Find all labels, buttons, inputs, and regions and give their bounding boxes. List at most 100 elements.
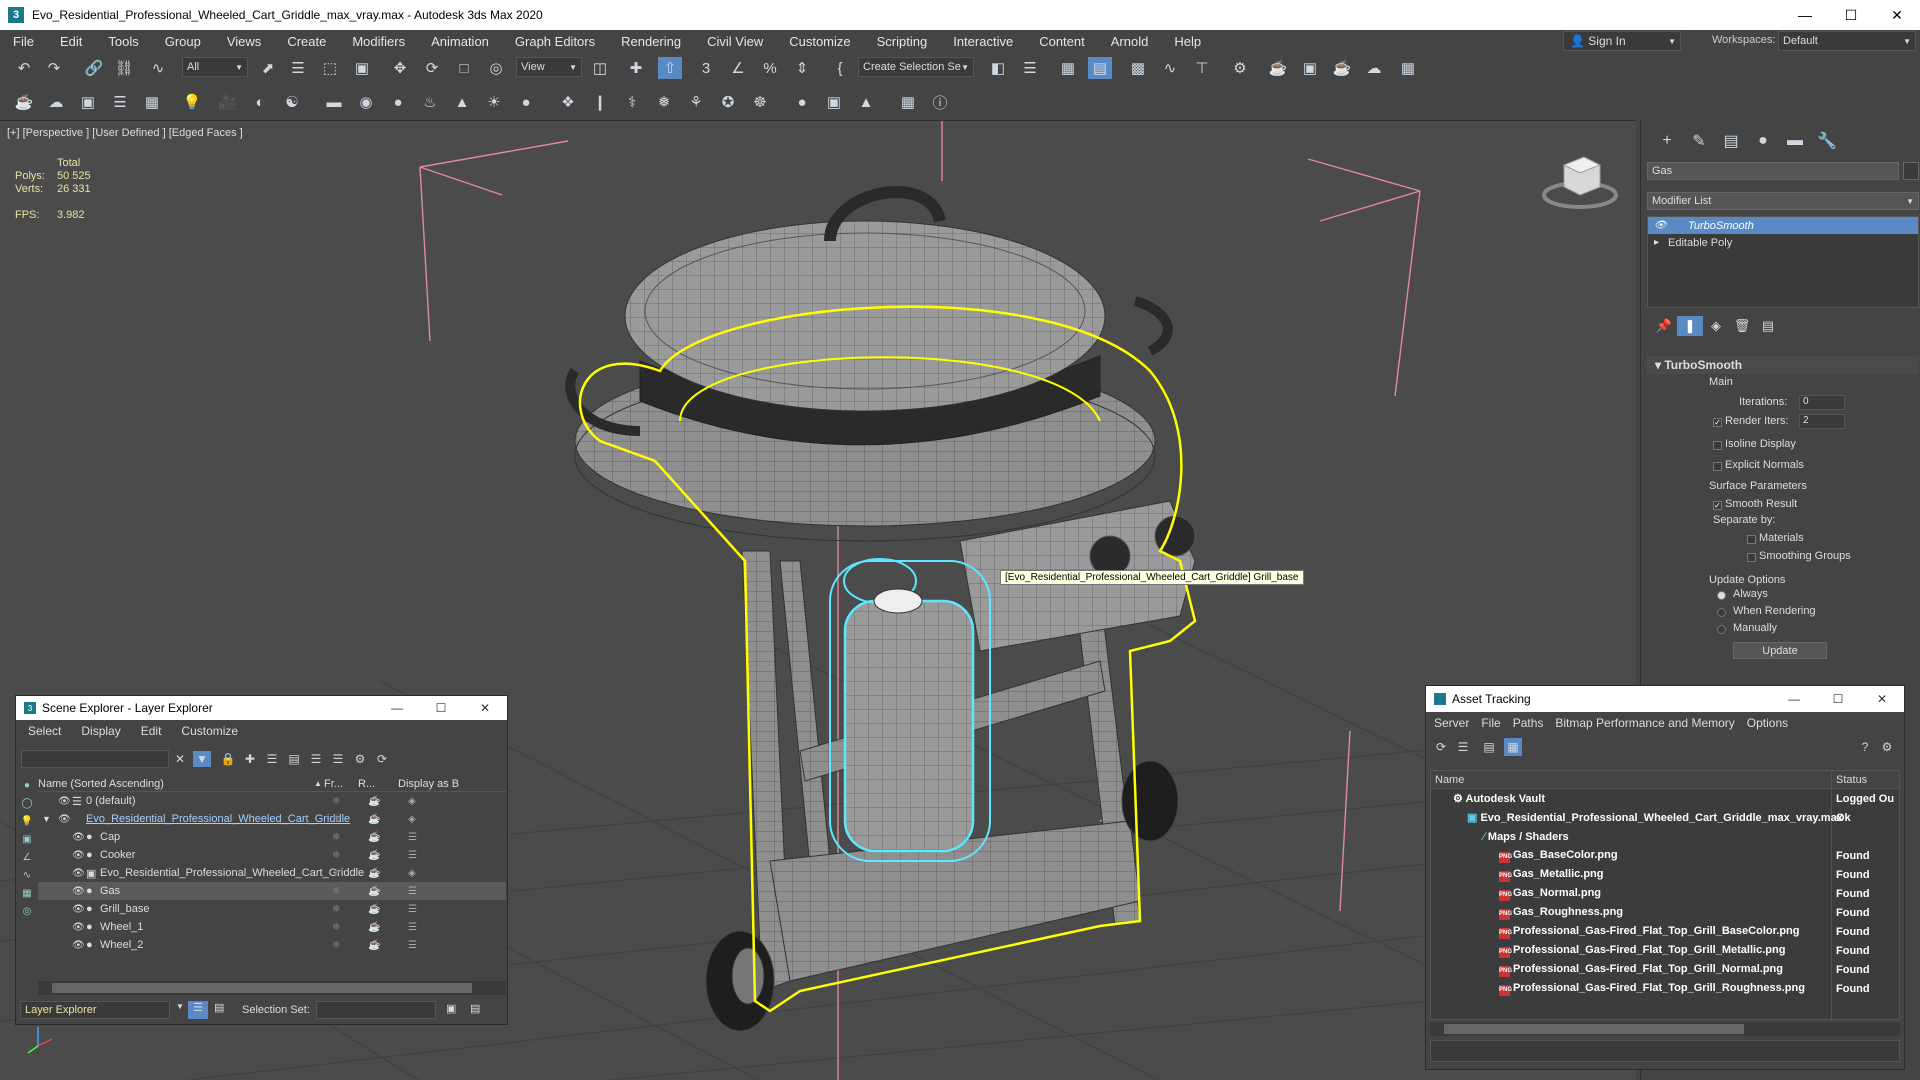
stack-item-editable-poly[interactable]: ▸ Editable Poly <box>1648 234 1918 251</box>
column-name[interactable]: Name <box>1435 774 1464 786</box>
column-render[interactable]: R... <box>358 778 375 790</box>
always-radio[interactable] <box>1717 591 1726 600</box>
toggle-scene-explorer-icon[interactable]: ▦ <box>1056 57 1080 79</box>
menu-help[interactable]: Help <box>1161 34 1214 49</box>
proxy-icon[interactable]: ❖ <box>556 91 580 113</box>
maximize-icon[interactable]: ☐ <box>419 696 463 720</box>
mesh-light-icon[interactable]: ♨ <box>418 91 442 113</box>
edit-named-selection-icon[interactable]: { <box>828 57 852 79</box>
frame-buffer-icon[interactable]: ▣ <box>76 91 100 113</box>
select-by-name-icon[interactable]: ☰ <box>286 57 310 79</box>
display-box-icon[interactable]: ◈ <box>408 796 416 807</box>
snaps-toggle-icon[interactable]: 3 <box>694 57 718 79</box>
undo-icon[interactable]: ↶ <box>12 57 36 79</box>
grid-icon[interactable]: ▦ <box>140 91 164 113</box>
point-light-icon[interactable]: ● <box>514 91 538 113</box>
teapot-icon[interactable]: ☕ <box>368 904 380 915</box>
display-lights-icon[interactable]: 💡 <box>18 812 36 830</box>
link-icon[interactable]: 🔗 <box>82 57 106 79</box>
menu-content[interactable]: Content <box>1026 34 1098 49</box>
chevron-down-icon[interactable]: ▼ <box>176 1002 184 1011</box>
smooth-result-checkbox[interactable]: ✓ <box>1713 501 1722 510</box>
lock-icon[interactable]: 🔒 <box>219 751 237 767</box>
menu-group[interactable]: Group <box>152 34 214 49</box>
menu-views[interactable]: Views <box>214 34 274 49</box>
when-rendering-radio[interactable] <box>1717 608 1726 617</box>
add-selection-set-icon[interactable]: ▤ <box>470 1002 480 1015</box>
display-stack-icon[interactable]: ☰ <box>408 886 417 897</box>
column-status[interactable]: Status <box>1836 774 1867 786</box>
move-icon[interactable]: ✥ <box>388 57 412 79</box>
teapot-icon[interactable]: ☕ <box>12 91 36 113</box>
eye-icon[interactable]: 👁 <box>58 814 71 825</box>
select-object-icon[interactable]: ⬈ <box>256 57 280 79</box>
isoline-checkbox[interactable] <box>1713 441 1722 450</box>
asset-row[interactable]: PNGGas_Metallic.png Found <box>1431 865 1899 884</box>
freeze-icon[interactable]: ❅ <box>332 850 340 861</box>
make-unique-icon[interactable]: ◈ <box>1703 316 1729 336</box>
render-iters-checkbox[interactable]: ✓ <box>1713 418 1722 427</box>
keyboard-shortcut-override-icon[interactable]: ⇧ <box>658 57 682 79</box>
column-display[interactable]: Display as B <box>398 778 459 790</box>
explorer-type-dropdown[interactable]: Layer Explorer <box>20 1001 170 1019</box>
eye-icon[interactable]: 👁 <box>72 886 85 897</box>
freeze-icon[interactable]: ❅ <box>332 868 340 879</box>
menu-interactive[interactable]: Interactive <box>940 34 1026 49</box>
menu-graph-editors[interactable]: Graph Editors <box>502 34 608 49</box>
close-icon[interactable]: ✕ <box>463 696 507 720</box>
environment-icon[interactable]: ● <box>790 91 814 113</box>
menu-select[interactable]: Select <box>28 724 61 738</box>
menu-create[interactable]: Create <box>274 34 339 49</box>
sphere-icon[interactable]: ◐ <box>248 91 272 113</box>
hierarchy-mode-icon[interactable]: ▤ <box>214 1001 224 1014</box>
list-icon[interactable]: ☰ <box>108 91 132 113</box>
pivot-center-icon[interactable]: ◫ <box>588 57 612 79</box>
viewcube-icon[interactable] <box>1540 151 1620 211</box>
spot-light-icon[interactable]: ▲ <box>450 91 474 113</box>
menu-rendering[interactable]: Rendering <box>608 34 694 49</box>
align-icon[interactable]: ☰ <box>1018 57 1042 79</box>
rotate-icon[interactable]: ⟳ <box>420 57 444 79</box>
create-tab-icon[interactable]: + <box>1651 130 1683 152</box>
scrollbar-thumb[interactable] <box>52 983 472 993</box>
sphere-light-icon[interactable]: ● <box>386 91 410 113</box>
schematic-view-icon[interactable]: ⊤ <box>1190 57 1214 79</box>
render-iterative-icon[interactable]: ▦ <box>1396 57 1420 79</box>
hierarchy-icon[interactable]: ☰ <box>329 751 347 767</box>
material-editor-icon[interactable]: ⚙ <box>1228 57 1252 79</box>
menu-customize[interactable]: Customize <box>776 34 863 49</box>
scatter-icon[interactable]: ☸ <box>748 91 772 113</box>
teapot-icon[interactable]: ☕ <box>368 940 380 951</box>
freeze-icon[interactable]: ❅ <box>332 904 340 915</box>
stack-item-turbosmooth[interactable]: 👁 TurboSmooth <box>1648 217 1918 234</box>
sync-icon[interactable]: ⟳ <box>373 751 391 767</box>
layer-row[interactable]: ▼ 👁 Evo_Residential_Professional_Wheeled… <box>38 810 506 828</box>
display-geometry-icon[interactable]: ● <box>18 776 36 794</box>
asset-row[interactable]: PNGProfessional_Gas-Fired_Flat_Top_Grill… <box>1431 960 1899 979</box>
sign-in-dropdown[interactable]: 👤 Sign In ▼ <box>1563 31 1681 51</box>
maximize-icon[interactable]: ☐ <box>1816 686 1860 712</box>
mirror-icon[interactable]: ◧ <box>986 57 1010 79</box>
iterations-spinner[interactable]: 0 <box>1799 395 1845 410</box>
angle-snap-icon[interactable]: ∠ <box>726 57 750 79</box>
freeze-icon[interactable]: ❅ <box>332 832 340 843</box>
settings-icon[interactable]: ▦ <box>896 91 920 113</box>
menu-edit[interactable]: Edit <box>47 34 95 49</box>
column-name[interactable]: Name (Sorted Ascending) <box>38 778 164 790</box>
list-view-icon[interactable]: ☰ <box>1454 738 1472 756</box>
horizontal-scrollbar[interactable] <box>38 981 506 995</box>
object-row[interactable]: 👁 ● Wheel_1 ❅ ☕ ☰ <box>38 918 506 936</box>
mesh-clipper-icon[interactable]: ❙ <box>588 91 612 113</box>
teapot-icon[interactable]: ☕ <box>368 922 380 933</box>
show-end-result-icon[interactable]: ❚ <box>1677 316 1703 336</box>
settings-icon[interactable]: ⚙ <box>351 751 369 767</box>
menu-file[interactable]: File <box>1481 716 1500 730</box>
menu-tools[interactable]: Tools <box>95 34 151 49</box>
workspaces-dropdown[interactable]: Default ▼ <box>1778 31 1916 51</box>
dome-light-icon[interactable]: ◉ <box>354 91 378 113</box>
asset-row[interactable]: PNGGas_Roughness.png Found <box>1431 903 1899 922</box>
horizontal-scrollbar[interactable] <box>1430 1022 1900 1036</box>
toggle-ribbon-icon[interactable]: ▩ <box>1126 57 1150 79</box>
scale-icon[interactable]: □ <box>452 57 476 79</box>
menu-display[interactable]: Display <box>81 724 120 738</box>
